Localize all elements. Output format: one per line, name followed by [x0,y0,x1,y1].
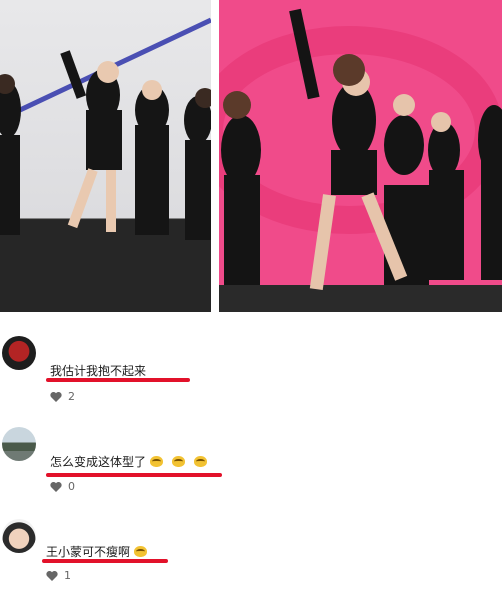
like-button[interactable]: 2 [50,390,75,403]
avatar[interactable] [2,519,36,553]
avatar[interactable] [2,336,36,370]
photo-collage [0,0,502,312]
stage-photo-right [219,0,502,312]
avatar[interactable] [2,427,36,461]
like-count: 0 [68,480,75,493]
like-count: 2 [68,390,75,403]
comment-text: 王小蒙可不瘦啊 [46,543,148,560]
highlight-underline [42,559,168,563]
heart-icon [46,570,58,581]
emoji-icon [172,456,186,467]
stage-photo-left [0,0,211,312]
photo-divider [211,0,219,312]
highlight-underline [46,473,222,477]
stage-photo-right-illustration [219,0,502,312]
like-button[interactable]: 1 [46,569,71,582]
like-count: 1 [64,569,71,582]
emoji-icon [194,456,208,467]
emoji-icon [134,546,148,557]
comment-text: 怎么变成这体型了 [50,453,208,470]
heart-icon [50,391,62,402]
like-button[interactable]: 0 [50,480,75,493]
heart-icon [50,481,62,492]
comment-text: 我估计我抱不起来 [50,364,147,378]
stage-photo-left-illustration [0,17,211,312]
highlight-underline [46,378,190,382]
emoji-icon [150,456,164,467]
